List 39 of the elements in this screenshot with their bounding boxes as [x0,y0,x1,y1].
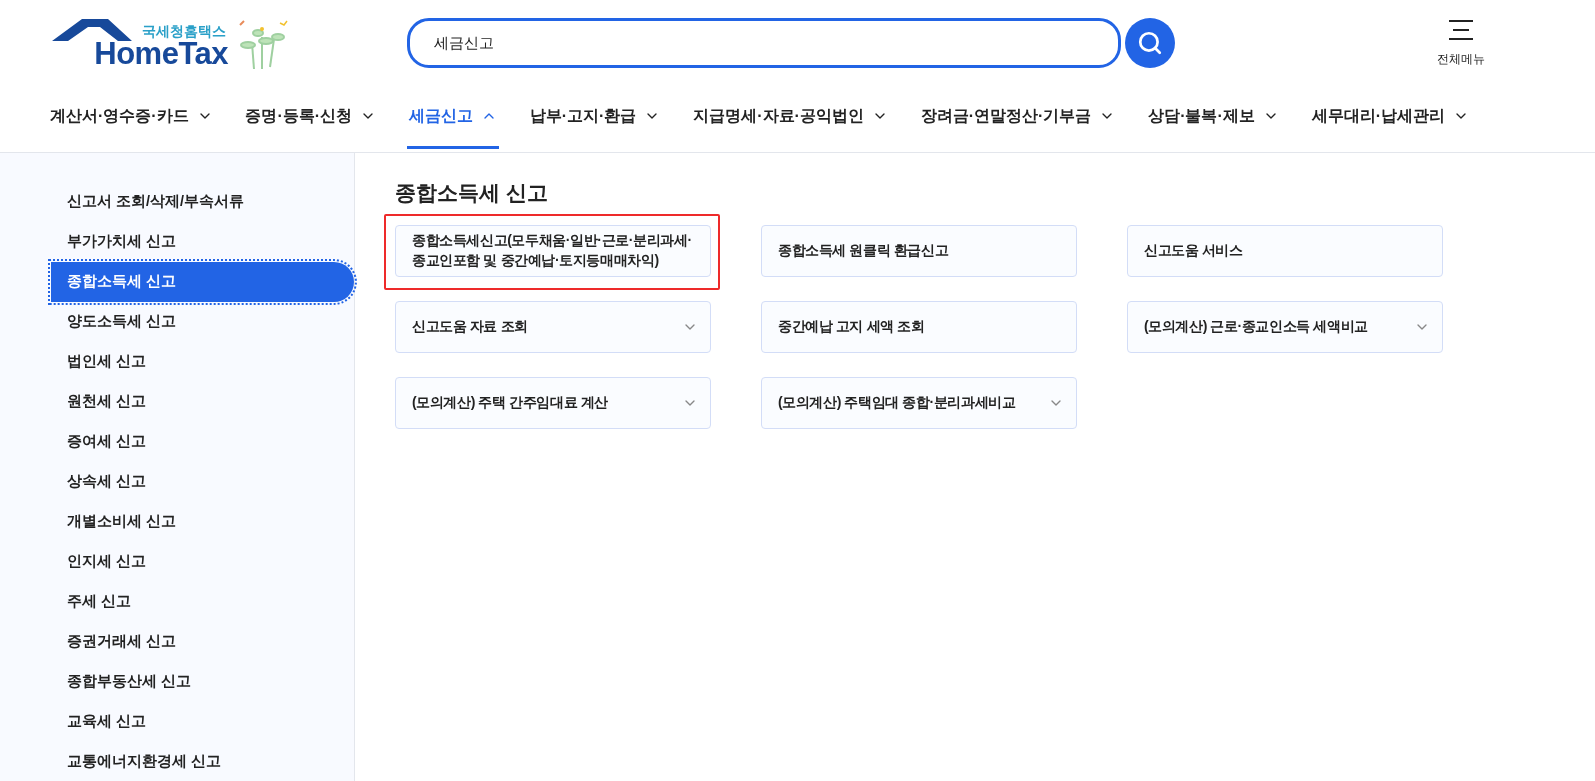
sidebar-item[interactable]: 교통에너지환경세 신고 [51,741,354,781]
sidebar-item[interactable]: 증권거래세 신고 [51,621,354,662]
sidebar-item[interactable]: 원천세 신고 [51,381,354,422]
sidebar-item[interactable]: 부가가치세 신고 [51,221,354,262]
section-title: 종합소득세 신고 [395,180,549,206]
menu-card[interactable]: 중간예납 고지 세액 조회 [761,301,1077,353]
sidebar-item[interactable]: 종합소득세 신고 [51,261,354,302]
nav-tab[interactable]: 증명·등록·신청 [243,86,379,149]
menu-card[interactable]: (모의계산) 근로·종교인소득 세액비교 [1127,301,1443,353]
search-icon [1137,30,1163,56]
nav-tab[interactable]: 납부·고지·환급 [527,86,663,149]
nav-tab[interactable]: 세무대리·납세관리 [1309,86,1471,149]
sidebar-item[interactable]: 양도소득세 신고 [51,301,354,342]
nav-tab[interactable]: 세금신고 [406,86,499,149]
menu-icon [1448,18,1474,41]
menu-card[interactable]: (모의계산) 주택임대 종합·분리과세비교 [761,377,1077,429]
nav-tab[interactable]: 지급명세·자료·공익법인 [691,86,890,149]
sidebar-item[interactable]: 법인세 신고 [51,341,354,382]
all-menu-button[interactable]: 전체메뉴 [1437,18,1485,68]
sidebar-item[interactable]: 주세 신고 [51,581,354,622]
nav-tab[interactable]: 장려금·연말정산·기부금 [918,86,1118,149]
search-field[interactable]: 세금신고 [407,18,1121,68]
nav-tab[interactable]: 계산서·영수증·카드 [48,86,215,149]
menu-card[interactable]: 종합소득세 원클릭 환급신고 [761,225,1077,277]
sidebar-item[interactable]: 개별소비세 신고 [51,501,354,542]
nav-tab[interactable]: 상담·불복·제보 [1146,86,1281,149]
sidebar-item[interactable]: 인지세 신고 [51,541,354,582]
menu-card[interactable]: (모의계산) 주택 간주임대료 계산 [395,377,711,429]
menu-card[interactable]: 신고도움 서비스 [1127,225,1443,277]
sidebar-item[interactable]: 종합부동산세 신고 [51,661,354,702]
sidebar-item[interactable]: 상속세 신고 [51,461,354,502]
menu-card[interactable]: 종합소득세신고(모두채움·일반·근로·분리과세·종교인포함 및 중간예납·토지등매매차익) [395,225,711,277]
sidebar-item[interactable]: 증여세 신고 [51,421,354,462]
search-button[interactable] [1125,18,1175,68]
sidebar-item[interactable]: 신고서 조회/삭제/부속서류 [51,182,354,222]
logo-wordmark: HomeTax [94,39,228,69]
menu-card[interactable]: 신고도움 자료 조회 [395,301,711,353]
logo-caption: 국세청홈택스 [142,23,226,41]
sidebar-item[interactable]: 교육세 신고 [51,701,354,742]
